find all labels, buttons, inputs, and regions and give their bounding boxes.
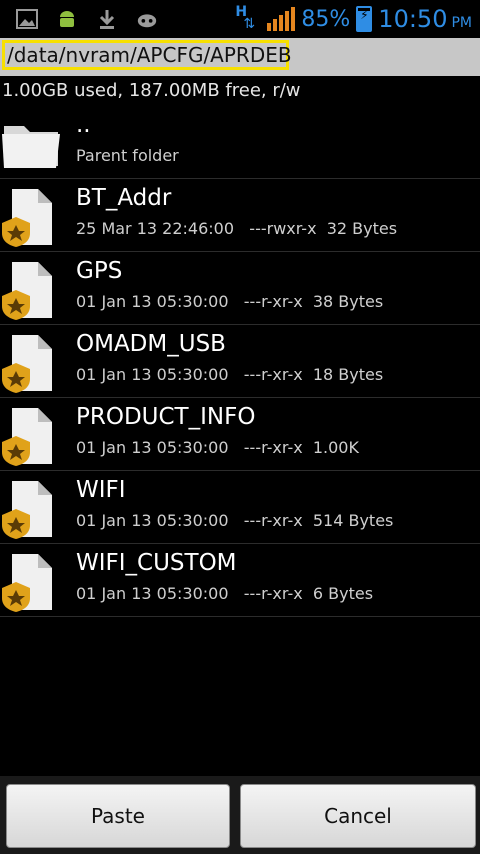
protected-file-icon — [0, 477, 62, 541]
parent-folder-row[interactable]: .. Parent folder — [0, 106, 480, 179]
file-size: 1.00K — [312, 438, 359, 457]
file-name: WIFI_CUSTOM — [76, 550, 237, 576]
signal-icon — [267, 7, 296, 31]
battery-icon: ⚡ — [356, 6, 373, 32]
file-size: 18 Bytes — [312, 365, 384, 384]
file-meta: 01 Jan 13 05:30:00 ---r-xr-x 38 Bytes — [76, 292, 383, 311]
current-path[interactable]: /data/nvram/APCFG/APRDEB — [2, 40, 292, 70]
file-date: 01 Jan 13 05:30:00 — [76, 438, 229, 457]
file-row[interactable]: GPS 01 Jan 13 05:30:00 ---r-xr-x 38 Bytes — [0, 252, 480, 325]
file-row[interactable]: OMADM_USB 01 Jan 13 05:30:00 ---r-xr-x 18… — [0, 325, 480, 398]
folder-icon — [0, 112, 62, 176]
file-name: PRODUCT_INFO — [76, 404, 256, 430]
file-perms: ---r-xr-x — [243, 511, 303, 530]
file-size: 38 Bytes — [312, 292, 384, 311]
file-perms: ---rwxr-x — [249, 219, 317, 238]
file-size: 514 Bytes — [312, 511, 394, 530]
file-meta: 01 Jan 13 05:30:00 ---r-xr-x 514 Bytes — [76, 511, 393, 530]
file-size: 6 Bytes — [312, 584, 374, 603]
status-right: H ⇅ 85% ⚡ 10:50 PM — [235, 4, 472, 34]
file-name: OMADM_USB — [76, 331, 226, 357]
file-perms: ---r-xr-x — [243, 584, 303, 603]
file-date: 01 Jan 13 05:30:00 — [76, 365, 229, 384]
battery-percent: 85% — [301, 6, 351, 32]
protected-file-icon — [0, 258, 62, 322]
file-row[interactable]: WIFI_CUSTOM 01 Jan 13 05:30:00 ---r-xr-x … — [0, 544, 480, 617]
file-row[interactable]: PRODUCT_INFO 01 Jan 13 05:30:00 ---r-xr-x… — [0, 398, 480, 471]
file-row[interactable]: BT_Addr 25 Mar 13 22:46:00 ---rwxr-x 32 B… — [0, 179, 480, 252]
image-icon — [16, 8, 38, 30]
download-icon — [96, 8, 118, 30]
path-bar: /data/nvram/APCFG/APRDEB — [0, 38, 480, 76]
file-perms: ---r-xr-x — [243, 438, 303, 457]
file-perms: ---r-xr-x — [243, 292, 303, 311]
parent-folder-label: Parent folder — [76, 146, 179, 165]
storage-info: 1.00GB used, 187.00MB free, r/w — [2, 80, 301, 101]
cancel-button[interactable]: Cancel — [240, 784, 476, 848]
clock-time: 10:50 — [378, 5, 448, 33]
android-icon — [56, 8, 78, 30]
file-date: 25 Mar 13 22:46:00 — [76, 219, 235, 238]
file-name: WIFI — [76, 477, 126, 503]
notification-icons — [16, 8, 158, 30]
file-meta: 25 Mar 13 22:46:00 ---rwxr-x 32 Bytes — [76, 219, 397, 238]
status-bar: H ⇅ 85% ⚡ 10:50 PM — [0, 0, 480, 38]
protected-file-icon — [0, 185, 62, 249]
file-perms: ---r-xr-x — [243, 365, 303, 384]
network-indicator: H ⇅ — [235, 4, 261, 34]
file-name: GPS — [76, 258, 123, 284]
action-bar: Paste Cancel — [0, 776, 480, 854]
android-cat-icon — [136, 8, 158, 30]
file-meta: 01 Jan 13 05:30:00 ---r-xr-x 6 Bytes — [76, 584, 373, 603]
clock-ampm: PM — [451, 15, 472, 31]
file-meta: 01 Jan 13 05:30:00 ---r-xr-x 1.00K — [76, 438, 359, 457]
clock: 10:50 PM — [378, 5, 472, 33]
data-arrows-icon: ⇅ — [243, 16, 256, 32]
file-date: 01 Jan 13 05:30:00 — [76, 292, 229, 311]
paste-button[interactable]: Paste — [6, 784, 230, 848]
file-list: .. Parent folder BT_Addr 25 Mar 13 22:46:… — [0, 106, 480, 617]
protected-file-icon — [0, 550, 62, 614]
file-size: 32 Bytes — [326, 219, 398, 238]
file-name: BT_Addr — [76, 185, 172, 211]
file-row[interactable]: WIFI 01 Jan 13 05:30:00 ---r-xr-x 514 Byt… — [0, 471, 480, 544]
protected-file-icon — [0, 331, 62, 395]
file-date: 01 Jan 13 05:30:00 — [76, 584, 229, 603]
file-date: 01 Jan 13 05:30:00 — [76, 511, 229, 530]
file-meta: 01 Jan 13 05:30:00 ---r-xr-x 18 Bytes — [76, 365, 383, 384]
parent-folder-name: .. — [76, 112, 91, 138]
protected-file-icon — [0, 404, 62, 468]
